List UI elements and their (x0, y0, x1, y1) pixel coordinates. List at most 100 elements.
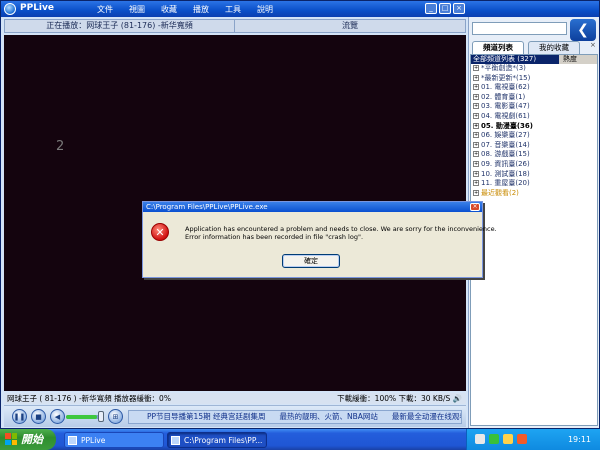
volume-slider[interactable] (66, 415, 102, 419)
pplive-brand-icon: ❮ (570, 19, 596, 41)
header-name[interactable]: 全部頻道列表 (327) (471, 55, 559, 64)
expand-icon[interactable]: + (473, 74, 479, 81)
menu-tools[interactable]: 工具 (217, 4, 249, 15)
error-icon: ✕ (151, 223, 169, 241)
list-header: 全部頻道列表 (327) 熱度 (471, 55, 597, 64)
channel-sidebar: ❮ × 頻道列表 我的收藏 全部頻道列表 (327) 熱度 + *平衡創造*(3)… (468, 17, 599, 428)
list-item-label: 05. 動漫臺(36) (481, 121, 533, 130)
channel-list[interactable]: 全部頻道列表 (327) 熱度 + *平衡創造*(3) + *最新更新*(15) +01… (470, 54, 598, 426)
flag-blue (5, 439, 11, 445)
tray-icon-1[interactable] (475, 434, 485, 444)
pause-icon: ❚❚ (13, 412, 26, 421)
volume-button[interactable]: ◀ (50, 409, 65, 424)
expand-icon[interactable]: + (473, 112, 479, 119)
expand-icon[interactable]: + (473, 180, 479, 187)
dialog-close-icon[interactable]: × (470, 203, 480, 211)
clock[interactable]: 19:11 (568, 429, 591, 450)
app-title: PPLive (20, 3, 54, 13)
tray-icon-3[interactable] (503, 434, 513, 444)
system-tray: 19:11 (466, 429, 600, 450)
expand-icon[interactable]: + (473, 170, 479, 177)
expand-icon[interactable]: + (473, 65, 479, 71)
list-item-label: 01. 電視臺(62) (481, 83, 530, 92)
status-bar: 网球王子 ( 81-176 ) -新华寬頻 播放器緩衝：0% 下載緩衝：100%… (4, 393, 466, 404)
tray-icon-4[interactable] (517, 434, 527, 444)
error-message-line1: Application has encountered a problem an… (185, 225, 497, 233)
search-input[interactable] (472, 22, 567, 35)
list-item[interactable]: +10. 測試臺(18) (471, 170, 597, 180)
start-button[interactable]: 開始 (0, 429, 56, 450)
flag-red (5, 433, 11, 439)
dialog-title[interactable]: C:\Program Files\PPLive\PPLive.exe (143, 202, 482, 212)
sidebar-tabs: 頻道列表 我的收藏 (472, 41, 580, 54)
list-item[interactable]: +11. 重屋臺(20) (471, 179, 597, 189)
error-dialog: C:\Program Files\PPLive\PPLive.exe × ✕ A… (142, 201, 497, 278)
list-item-label: 10. 測試臺(18) (481, 169, 530, 178)
list-item[interactable]: +04. 電視劇(61) (471, 112, 597, 122)
tab-favorites[interactable]: 我的收藏 (528, 41, 580, 54)
ticker-item[interactable]: 最新最全动漫在线观看 (392, 411, 461, 423)
list-item[interactable]: +08. 游戲臺(15) (471, 150, 597, 160)
ok-button[interactable]: 確定 (282, 254, 340, 268)
error-message-line2: Error information has been recorded in f… (185, 233, 364, 241)
taskbar-error-window[interactable]: C:\Program Files\PP... (167, 432, 267, 448)
ticker-item[interactable]: PP节目导播第15期 经典宫廷剧集周 (147, 411, 265, 423)
list-item[interactable]: +03. 電影臺(47) (471, 102, 597, 112)
news-ticker[interactable]: PP节目导播第15期 经典宫廷剧集周 最热的靓明、火箭、NBA网站 最新最全动漫… (128, 410, 462, 424)
window-task-icon (171, 436, 180, 445)
minimize-button[interactable]: _ (425, 3, 437, 14)
list-item-label: 06. 娛樂臺(27) (481, 131, 530, 140)
list-item[interactable]: + 最近觀看(2) (471, 189, 597, 199)
close-button[interactable]: × (453, 3, 465, 14)
sidebar-close-icon[interactable]: × (590, 41, 596, 49)
stop-button[interactable]: ■ (31, 409, 46, 424)
expand-icon[interactable]: + (473, 141, 479, 148)
expand-icon[interactable]: + (473, 122, 479, 129)
browse-tab[interactable]: 流覽 (235, 20, 465, 32)
maximize-button[interactable]: □ (439, 3, 451, 14)
pplive-task-icon (68, 436, 77, 445)
volume-handle[interactable] (98, 411, 104, 422)
expand-icon[interactable]: + (473, 189, 479, 196)
list-item[interactable]: +06. 娛樂臺(27) (471, 131, 597, 141)
menu-bar: 文件 視圖 收藏 播放 工具 說明 (89, 4, 281, 15)
list-items: + *平衡創造*(3) + *最新更新*(15) +01. 電視臺(62) +02. 體育… (471, 64, 597, 198)
task-label: PPLive (81, 436, 106, 445)
taskbar-pplive[interactable]: PPLive (64, 432, 164, 448)
list-item-label: 03. 電影臺(47) (481, 102, 530, 111)
expand-icon[interactable]: + (473, 160, 479, 167)
list-item[interactable]: +01. 電視臺(62) (471, 83, 597, 93)
ticker-item[interactable]: 最热的靓明、火箭、NBA网站 (279, 411, 377, 423)
tray-icon-2[interactable] (489, 434, 499, 444)
menu-favorites[interactable]: 收藏 (153, 4, 185, 15)
list-item[interactable]: +02. 體育臺(1) (471, 93, 597, 103)
tab-channel-list[interactable]: 頻道列表 (472, 41, 524, 54)
flag-green (11, 433, 17, 439)
expand-icon[interactable]: + (473, 103, 479, 110)
now-playing-text: 正在播放：网球王子 (81-176) -新华寬頻 (5, 20, 235, 32)
menu-view[interactable]: 視圖 (121, 4, 153, 15)
expand-icon[interactable]: + (473, 151, 479, 158)
fullscreen-button[interactable]: ⊞ (108, 409, 123, 424)
menu-file[interactable]: 文件 (89, 4, 121, 15)
header-heat[interactable]: 熱度 (559, 55, 597, 64)
list-item[interactable]: + *平衡創造*(3) (471, 64, 597, 74)
title-bar[interactable]: PPLive 文件 視圖 收藏 播放 工具 說明 _ □ × (1, 1, 599, 17)
status-right: 下載緩衝：100% 下載：30 KB/S 🔊 (337, 394, 462, 403)
expand-icon[interactable]: + (473, 93, 479, 100)
list-item-label: *平衡創造*(3) (481, 64, 526, 72)
list-item-label: 07. 音樂臺(14) (481, 140, 530, 149)
menu-play[interactable]: 播放 (185, 4, 217, 15)
menu-help[interactable]: 說明 (249, 4, 281, 15)
list-item-label: 02. 體育臺(1) (481, 92, 526, 101)
expand-icon[interactable]: + (473, 84, 479, 91)
list-item[interactable]: +05. 動漫臺(36) (471, 122, 597, 132)
pause-button[interactable]: ❚❚ (12, 409, 27, 424)
list-item[interactable]: +09. 資訊臺(26) (471, 160, 597, 170)
list-item[interactable]: +07. 音樂臺(14) (471, 141, 597, 151)
stop-icon: ■ (35, 412, 42, 421)
speaker-icon: ◀ (54, 412, 61, 421)
list-item-label: 04. 電視劇(61) (481, 111, 530, 120)
expand-icon[interactable]: + (473, 132, 479, 139)
list-item[interactable]: + *最新更新*(15) (471, 74, 597, 84)
